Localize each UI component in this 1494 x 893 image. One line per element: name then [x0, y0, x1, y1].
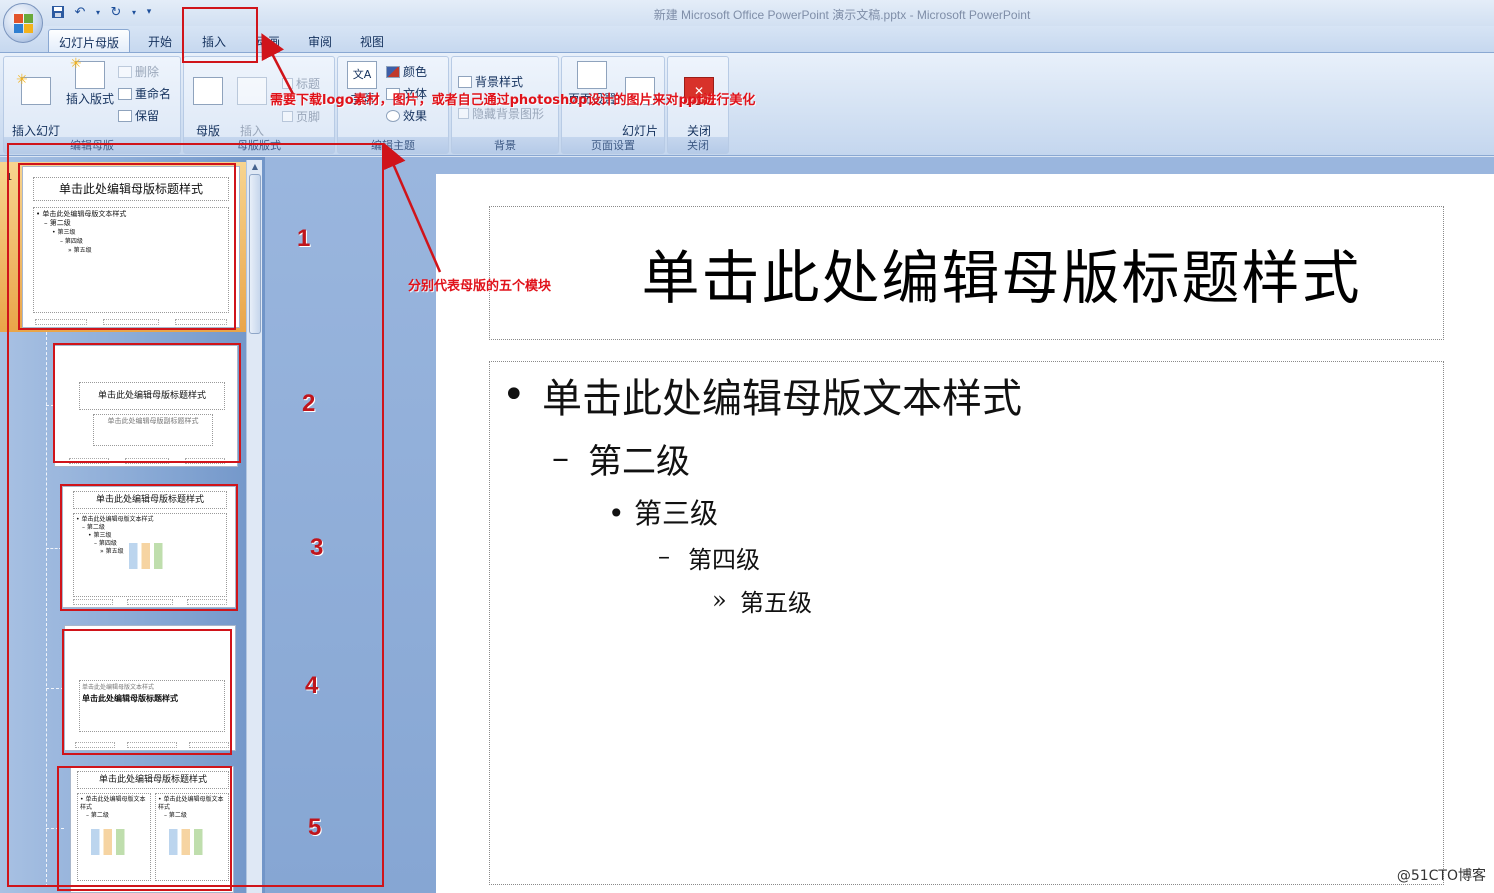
- office-logo-icon: [14, 14, 34, 34]
- arrow-to-insert-tab: [261, 33, 296, 97]
- annotation-arrows: [261, 33, 442, 273]
- modules-annotation-note: 分别代表母版的五个模块: [408, 279, 552, 294]
- arrow-to-modules: [382, 142, 442, 273]
- office-button[interactable]: [3, 3, 43, 43]
- insert-annotation-note: 需要下载logo素材，图片，或者自己通过photoshop设计的图片来对ppt进…: [270, 93, 756, 108]
- watermark: @51CTO博客: [1396, 868, 1486, 884]
